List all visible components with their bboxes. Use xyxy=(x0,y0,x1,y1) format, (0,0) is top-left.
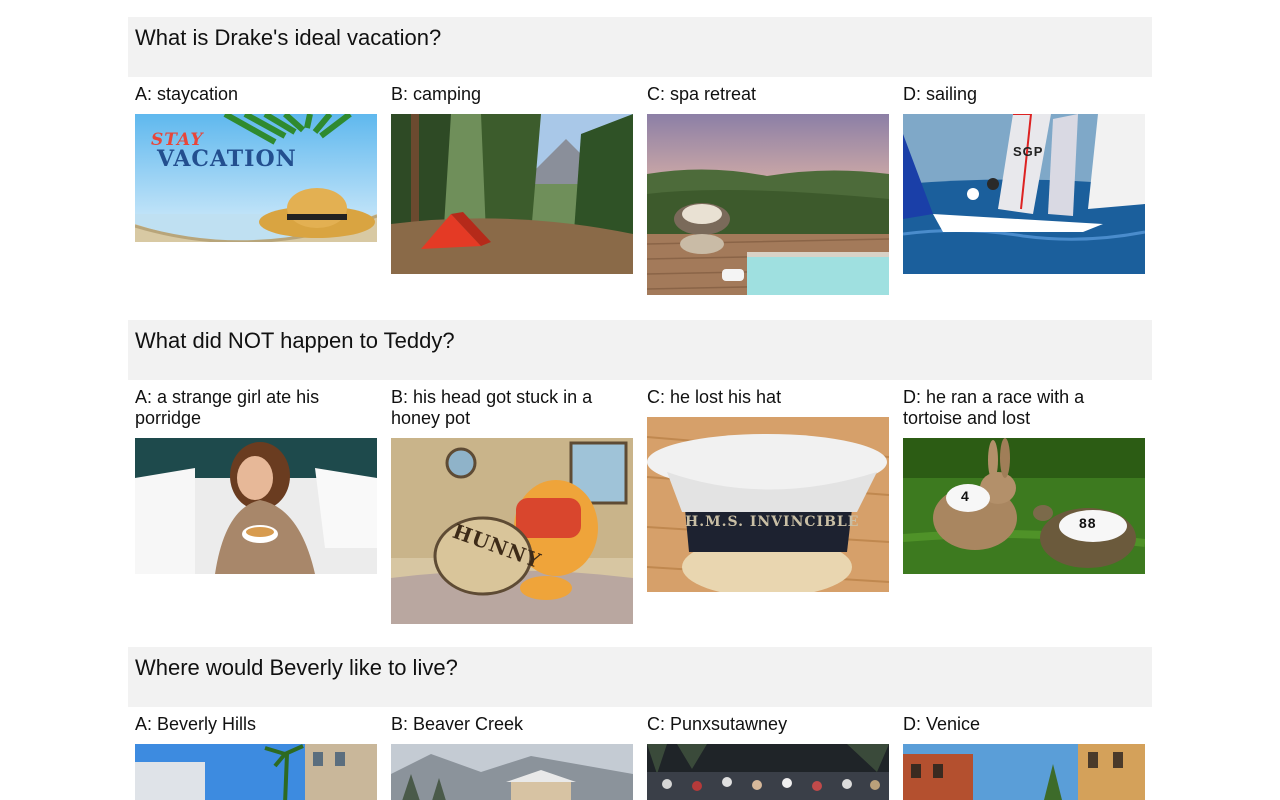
snowy-village-photo[interactable] xyxy=(391,744,633,800)
quiz-page: What is Drake's ideal vacation? A: stayc… xyxy=(0,0,1280,800)
image-text-hms: H.M.S. INVINCIBLE xyxy=(685,514,860,530)
answer-option-b[interactable]: B: camping xyxy=(391,84,633,295)
option-label: C: Punxsutawney xyxy=(647,714,788,734)
answer-option-c[interactable]: C: he lost his hat H.M.S. INVINCIBLE xyxy=(647,387,889,624)
option-label: C: spa retreat xyxy=(647,84,757,104)
option-label: D: Venice xyxy=(903,714,981,734)
option-label: B: his head got stuck in a honey pot xyxy=(391,387,593,428)
hot-tub-deck-photo[interactable] xyxy=(647,114,889,295)
image-text-hare-number: 4 xyxy=(961,488,970,504)
option-label: D: sailing xyxy=(903,84,978,104)
pooh-honey-pot-image[interactable]: HUNNY xyxy=(391,438,633,624)
answer-option-d[interactable]: D: he ran a race with a tortoise and los… xyxy=(903,387,1145,624)
question-title: What is Drake's ideal vacation? xyxy=(128,17,1152,77)
image-text-sgp: SGP xyxy=(1013,144,1044,159)
option-label: A: staycation xyxy=(135,84,239,104)
answer-options: A: staycation STAY VACATION B: camping C… xyxy=(128,84,1152,295)
question-title: Where would Beverly like to live? xyxy=(128,647,1152,707)
crowd-photo[interactable] xyxy=(647,744,889,800)
option-label: B: Beaver Creek xyxy=(391,714,524,734)
option-label: A: a strange girl ate his porridge xyxy=(135,387,320,428)
option-label: C: he lost his hat xyxy=(647,387,782,407)
image-text-tortoise-number: 88 xyxy=(1079,515,1097,531)
answer-option-d[interactable]: D: sailing SGP xyxy=(903,84,1145,295)
palm-street-photo[interactable] xyxy=(135,744,377,800)
answer-option-a[interactable]: A: a strange girl ate his porridge xyxy=(135,387,377,624)
sailing-dinghy-photo[interactable]: SGP xyxy=(903,114,1145,274)
answer-option-a[interactable]: A: staycation STAY VACATION xyxy=(135,84,377,295)
answer-option-b[interactable]: B: his head got stuck in a honey pot HUN… xyxy=(391,387,633,624)
answer-option-c[interactable]: C: Punxsutawney xyxy=(647,714,889,800)
option-label: D: he ran a race with a tortoise and los… xyxy=(903,387,1085,428)
sailor-cap-photo[interactable]: H.M.S. INVINCIBLE xyxy=(647,417,889,592)
option-label: A: Beverly Hills xyxy=(135,714,257,734)
tent-in-forest-photo[interactable] xyxy=(391,114,633,274)
answer-option-b[interactable]: B: Beaver Creek xyxy=(391,714,633,800)
image-text-vacation: VACATION xyxy=(157,146,297,172)
answer-option-c[interactable]: C: spa retreat xyxy=(647,84,889,295)
answer-options: A: Beverly Hills B: Beaver Creek C: Punx… xyxy=(128,714,1152,800)
option-label: B: camping xyxy=(391,84,482,104)
venice-buildings-photo[interactable] xyxy=(903,744,1145,800)
girl-eating-cereal-photo[interactable] xyxy=(135,438,377,574)
question-block-2: What did NOT happen to Teddy? A: a stran… xyxy=(128,320,1152,624)
question-block-3: Where would Beverly like to live? A: Bev… xyxy=(128,647,1152,800)
answer-option-a[interactable]: A: Beverly Hills xyxy=(135,714,377,800)
question-block-1: What is Drake's ideal vacation? A: stayc… xyxy=(128,17,1152,295)
answer-option-d[interactable]: D: Venice xyxy=(903,714,1145,800)
answer-options: A: a strange girl ate his porridge B: hi… xyxy=(128,387,1152,624)
hare-and-tortoise-photo[interactable]: 4 88 xyxy=(903,438,1145,574)
hammock-straw-hat-photo[interactable]: STAY VACATION xyxy=(135,114,377,242)
question-title: What did NOT happen to Teddy? xyxy=(128,320,1152,380)
